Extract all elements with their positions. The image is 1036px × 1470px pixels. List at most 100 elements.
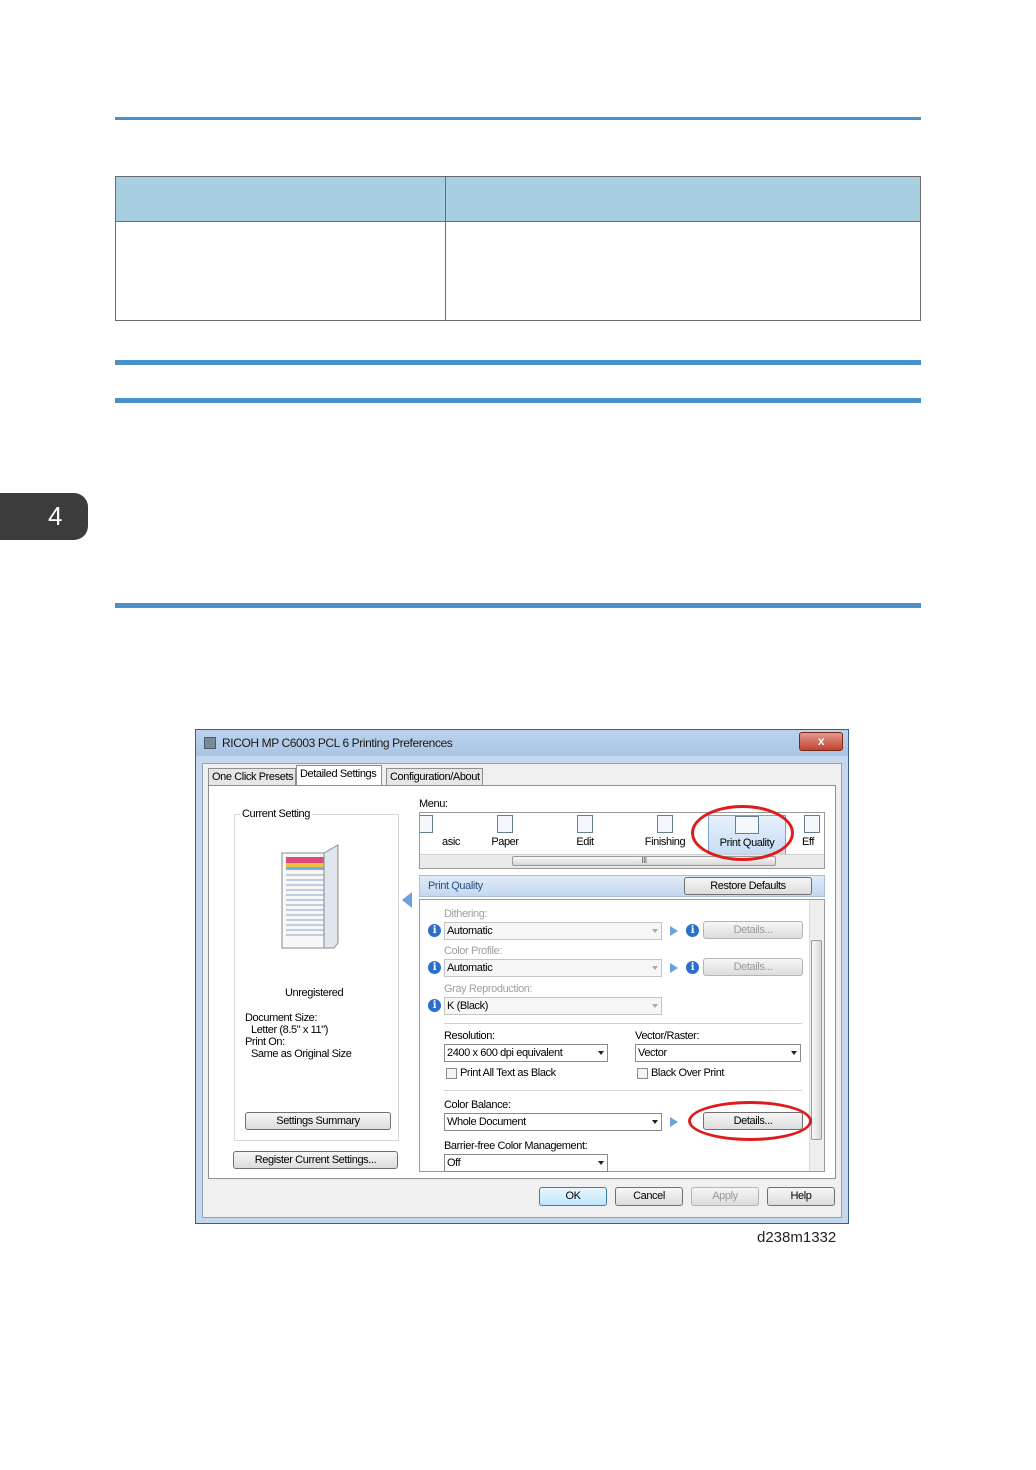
highlight-details-button bbox=[688, 1101, 812, 1141]
current-setting-label: Current Setting bbox=[240, 808, 312, 820]
collapse-arrow-icon[interactable] bbox=[401, 891, 413, 909]
gray-reproduction-label: Gray Reproduction: bbox=[444, 983, 533, 995]
chevron-down-icon bbox=[652, 1120, 658, 1124]
edit-icon bbox=[577, 815, 593, 833]
menu-label: Menu: bbox=[419, 798, 448, 810]
barrier-free-select[interactable]: Off bbox=[444, 1154, 608, 1172]
print-all-text-black-checkbox[interactable] bbox=[446, 1068, 457, 1079]
dithering-details-button[interactable]: Details... bbox=[703, 921, 803, 939]
color-profile-label: Color Profile: bbox=[444, 945, 502, 957]
highlight-print-quality bbox=[691, 805, 794, 861]
document-size-label: Document Size: bbox=[245, 1012, 318, 1024]
menu-item-finishing[interactable]: Finishing bbox=[630, 815, 700, 855]
document-preview-icon bbox=[281, 844, 339, 949]
menu-item-edit[interactable]: Edit bbox=[550, 815, 620, 855]
section-rule bbox=[115, 398, 921, 403]
menu-item-basic[interactable]: asic bbox=[420, 815, 460, 855]
barrier-free-value: Off bbox=[447, 1157, 461, 1169]
color-balance-label: Color Balance: bbox=[444, 1099, 511, 1111]
menu-item-label: asic bbox=[442, 836, 460, 848]
window-title: RICOH MP C6003 PCL 6 Printing Preference… bbox=[222, 736, 453, 750]
printer-icon bbox=[204, 737, 216, 749]
effects-icon bbox=[804, 815, 820, 833]
setting-name: Unregistered bbox=[285, 987, 344, 999]
print-on-value: Same as Original Size bbox=[251, 1048, 352, 1060]
figure-caption: d238m1332 bbox=[757, 1229, 837, 1246]
document-size-value: Letter (8.5" x 11") bbox=[251, 1024, 329, 1036]
color-profile-details-button[interactable]: Details... bbox=[703, 958, 803, 976]
print-quality-header: Print Quality Restore Defaults bbox=[419, 875, 825, 897]
chevron-down-icon bbox=[652, 966, 658, 970]
chevron-down-icon bbox=[791, 1051, 797, 1055]
black-over-print-checkbox[interactable] bbox=[637, 1068, 648, 1079]
color-balance-select[interactable]: Whole Document bbox=[444, 1113, 662, 1131]
table-row bbox=[115, 221, 921, 321]
color-balance-value: Whole Document bbox=[447, 1116, 526, 1128]
register-current-settings-button[interactable]: Register Current Settings... bbox=[233, 1151, 398, 1169]
content-table bbox=[115, 176, 921, 321]
finishing-icon bbox=[657, 815, 673, 833]
header-rule bbox=[115, 117, 921, 120]
current-setting-group: Current Setting Unregistered Document Si… bbox=[234, 808, 399, 1141]
divider bbox=[444, 1023, 802, 1024]
divider bbox=[444, 1090, 802, 1091]
menu-item-label: Finishing bbox=[644, 836, 686, 848]
info-icon[interactable]: i bbox=[428, 961, 441, 974]
dithering-select[interactable]: Automatic bbox=[444, 922, 662, 940]
table-header-cell bbox=[445, 176, 921, 222]
section-rule bbox=[115, 360, 921, 365]
color-profile-value: Automatic bbox=[447, 962, 493, 974]
apply-button[interactable]: Apply bbox=[691, 1187, 759, 1206]
barrier-free-label: Barrier-free Color Management: bbox=[444, 1140, 588, 1152]
ok-button[interactable]: OK bbox=[539, 1187, 607, 1206]
resolution-select[interactable]: 2400 x 600 dpi equivalent bbox=[444, 1044, 608, 1062]
menu-item-label: Edit bbox=[576, 836, 594, 848]
vector-raster-value: Vector bbox=[638, 1047, 667, 1059]
table-header-row bbox=[115, 176, 921, 222]
close-button[interactable]: x bbox=[799, 732, 843, 751]
menu-item-paper[interactable]: Paper bbox=[470, 815, 540, 855]
arrow-right-icon bbox=[670, 963, 678, 973]
printing-preferences-window: RICOH MP C6003 PCL 6 Printing Preference… bbox=[195, 729, 849, 1224]
resolution-label: Resolution: bbox=[444, 1030, 495, 1042]
table-cell bbox=[115, 221, 446, 321]
chevron-down-icon bbox=[652, 1004, 658, 1008]
basic-icon bbox=[420, 815, 433, 833]
chevron-down-icon bbox=[598, 1161, 604, 1165]
tab-one-click-presets[interactable]: One Click Presets bbox=[208, 768, 296, 785]
arrow-right-icon bbox=[670, 926, 678, 936]
cancel-button[interactable]: Cancel bbox=[615, 1187, 683, 1206]
info-icon[interactable]: i bbox=[686, 961, 699, 974]
settings-scroll-thumb[interactable] bbox=[811, 940, 822, 1140]
title-bar[interactable]: RICOH MP C6003 PCL 6 Printing Preference… bbox=[196, 730, 848, 756]
dithering-label: Dithering: bbox=[444, 908, 488, 920]
table-cell bbox=[445, 221, 921, 321]
settings-summary-button[interactable]: Settings Summary bbox=[245, 1112, 391, 1130]
gray-reproduction-value: K (Black) bbox=[447, 1000, 489, 1012]
chapter-tab: 4 bbox=[0, 493, 88, 540]
help-button[interactable]: Help bbox=[767, 1187, 835, 1206]
vector-raster-select[interactable]: Vector bbox=[635, 1044, 801, 1062]
menu-item-label: Paper bbox=[491, 836, 519, 848]
info-icon[interactable]: i bbox=[428, 999, 441, 1012]
print-all-text-black-label: Print All Text as Black bbox=[460, 1067, 556, 1079]
black-over-print-label: Black Over Print bbox=[651, 1067, 725, 1079]
tab-detailed-settings[interactable]: Detailed Settings bbox=[296, 765, 382, 786]
restore-defaults-button[interactable]: Restore Defaults bbox=[684, 877, 812, 895]
chevron-down-icon bbox=[598, 1051, 604, 1055]
resolution-value: 2400 x 600 dpi equivalent bbox=[447, 1047, 563, 1059]
table-header-cell bbox=[115, 176, 446, 222]
color-profile-select[interactable]: Automatic bbox=[444, 959, 662, 977]
print-on-label: Print On: bbox=[245, 1036, 285, 1048]
menu-item-label: Eff bbox=[802, 836, 815, 848]
paper-icon bbox=[497, 815, 513, 833]
info-icon[interactable]: i bbox=[686, 924, 699, 937]
settings-scrollbar[interactable] bbox=[809, 900, 824, 1171]
tab-configuration-about[interactable]: Configuration/About bbox=[386, 768, 483, 785]
info-icon[interactable]: i bbox=[428, 924, 441, 937]
menu-item-effects[interactable]: Eff bbox=[796, 815, 824, 855]
section-rule bbox=[115, 603, 921, 608]
chevron-down-icon bbox=[652, 929, 658, 933]
section-title: Print Quality bbox=[428, 880, 483, 892]
gray-reproduction-select[interactable]: K (Black) bbox=[444, 997, 662, 1015]
